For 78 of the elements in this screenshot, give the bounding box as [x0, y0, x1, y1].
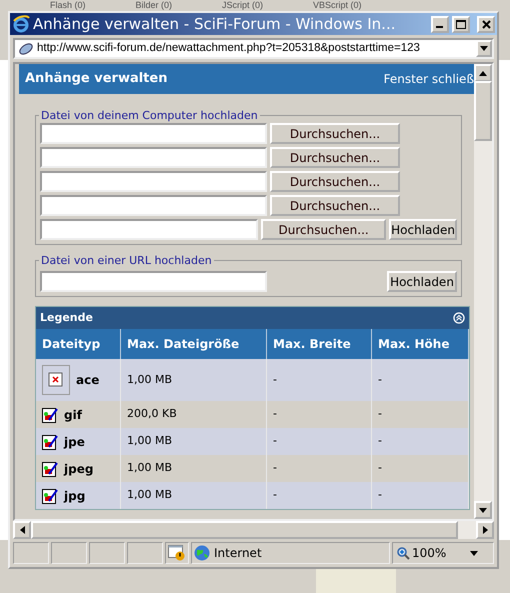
image-file-icon [42, 434, 58, 450]
caret-icon [480, 46, 488, 51]
upload-button[interactable]: Hochladen [387, 271, 457, 292]
browse-button[interactable]: Durchsuchen... [270, 147, 400, 168]
toolbar-item[interactable]: Flash (0) [50, 0, 86, 11]
up-arrow-icon [479, 70, 487, 76]
browse-button[interactable]: Durchsuchen... [261, 219, 386, 240]
caret-icon [470, 550, 478, 556]
table-cell-text: 1,00 MB [127, 460, 172, 476]
browse-button[interactable]: Durchsuchen... [270, 195, 400, 216]
status-bar-panel [13, 542, 49, 564]
toolbar-item[interactable]: JScript (0) [222, 0, 264, 11]
toolbar-item[interactable]: VBScript (0) [313, 0, 362, 11]
down-arrow-icon [479, 508, 487, 512]
browser-icon [12, 15, 30, 33]
file-type: gif [64, 406, 82, 424]
status-bar-panel [51, 542, 87, 564]
browse-button[interactable]: Durchsuchen... [270, 171, 400, 192]
table-cell-text: - [378, 487, 382, 504]
zoom-control[interactable]: 100% [392, 542, 494, 564]
table-title: Legende [40, 310, 93, 326]
close-window-link[interactable]: Fenster schließ [384, 70, 474, 88]
address-text: http://www.scifi-forum.de/newattachment.php?t=205318&poststarttime=123 [37, 40, 421, 56]
file-path-field[interactable] [40, 171, 267, 192]
file-type: jpe [64, 434, 85, 450]
close-button[interactable] [477, 16, 495, 32]
file-type: ace [76, 372, 100, 389]
window-title: Anhänge verwalten - SciFi-Forum - Windows In... [33, 14, 396, 35]
zoom-level: 100% [412, 545, 446, 562]
table-cell-text: - [273, 460, 277, 476]
group-legend: Datei von deinem Computer hochladen [39, 110, 260, 121]
scroll-left-button[interactable] [13, 521, 31, 539]
table-cell-text: 200,0 KB [127, 406, 177, 422]
minimize-button[interactable] [431, 16, 449, 32]
dropdown-button[interactable] [476, 40, 492, 57]
maximize-button[interactable] [452, 16, 470, 32]
page-title: Anhänge verwalten [25, 70, 168, 88]
group-legend: Datei von einer URL hochladen [39, 255, 214, 266]
file-type: jpg [64, 488, 86, 504]
broken-image-icon [42, 365, 70, 395]
image-file-icon [42, 406, 58, 422]
right-arrow-icon [482, 526, 488, 534]
image-file-icon [42, 488, 58, 504]
file-path-field[interactable] [40, 219, 258, 240]
scroll-right-button[interactable] [476, 521, 494, 539]
table-cell-text: 1,00 MB [127, 433, 172, 450]
file-path-field[interactable] [40, 147, 267, 168]
globe-icon [194, 545, 210, 561]
scroll-down-button[interactable] [474, 501, 492, 519]
page-icon [18, 42, 34, 56]
scroll-up-button[interactable] [474, 64, 492, 82]
status-bar-panel [127, 542, 163, 564]
status-bar-panel [89, 542, 125, 564]
table-cell-text: 1,00 MB [127, 487, 172, 504]
address-bar[interactable]: http://www.scifi-forum.de/newattachment.php?t=205318&poststarttime=123 [13, 38, 494, 59]
maximize-icon [456, 20, 466, 28]
table-cell-text: - [378, 460, 382, 476]
browse-button[interactable]: Durchsuchen... [270, 123, 400, 144]
table-cell-text: 1,00 MB [127, 372, 172, 388]
table-cell-text: - [378, 433, 382, 450]
url-field[interactable] [40, 271, 267, 292]
zoom-icon [397, 546, 410, 560]
collapse-icon[interactable] [453, 312, 465, 324]
zone-label: Internet [214, 545, 262, 562]
table-cell-text: - [273, 487, 277, 504]
image-file-icon [42, 460, 58, 476]
file-type: jpeg [64, 460, 94, 478]
left-arrow-icon [20, 526, 24, 534]
table-cell-text: - [273, 406, 277, 422]
table-cell-text: - [378, 406, 382, 422]
table-cell-text: - [273, 433, 277, 450]
table-cell-text: - [273, 372, 277, 388]
upload-button[interactable]: Hochladen [389, 219, 457, 240]
table-cell-text: - [378, 372, 382, 388]
file-path-field[interactable] [40, 195, 267, 216]
file-path-field[interactable] [40, 123, 267, 144]
toolbar-item[interactable]: Bilder (0) [136, 0, 172, 11]
close-icon [482, 20, 490, 28]
